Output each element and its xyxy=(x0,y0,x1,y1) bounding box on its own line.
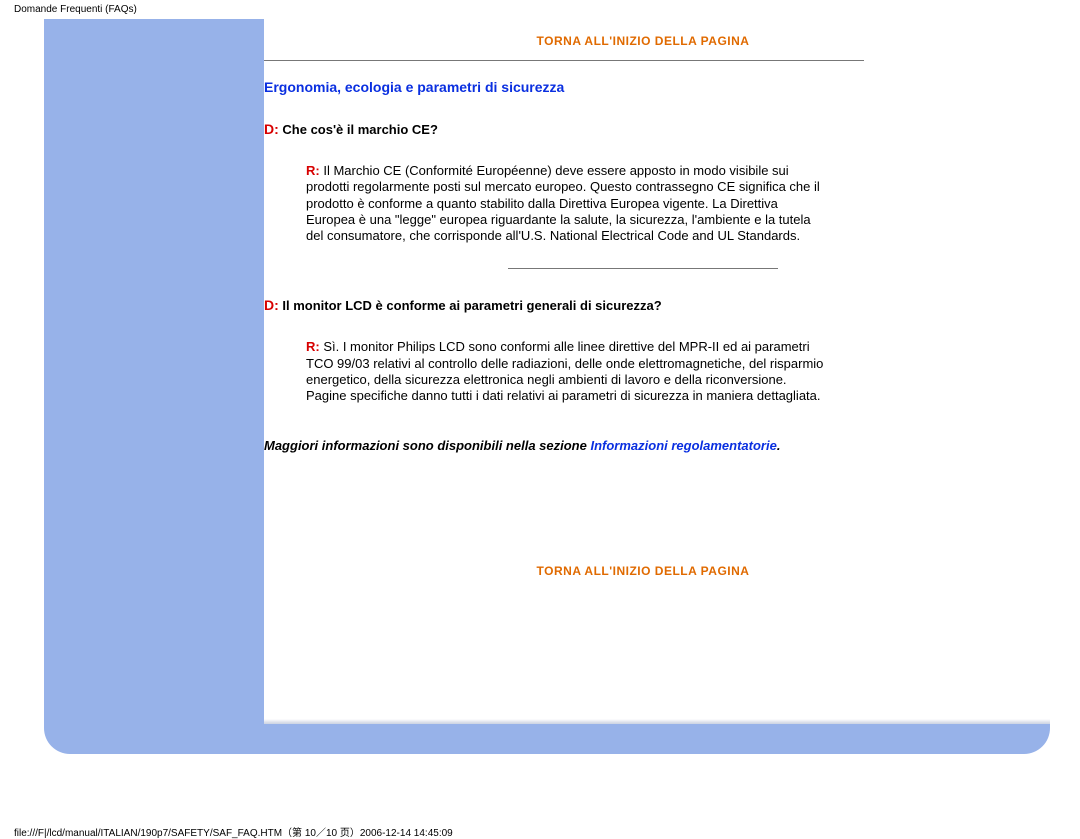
answer-prefix: R: xyxy=(306,339,320,354)
top-back-link-row: TORNA ALL'INIZIO DELLA PAGINA xyxy=(264,19,1022,56)
question-prefix: D: xyxy=(264,121,279,137)
divider-mid xyxy=(508,268,778,269)
question-prefix: D: xyxy=(264,297,279,313)
footer-file-path: file:///F|/lcd/manual/ITALIAN/190p7/SAFE… xyxy=(0,754,1080,839)
page-header-title: Domande Frequenti (FAQs) xyxy=(14,4,137,15)
bottom-back-link-row: TORNA ALL'INIZIO DELLA PAGINA xyxy=(264,453,1022,638)
content-inner: TORNA ALL'INIZIO DELLA PAGINA Ergonomia,… xyxy=(264,19,1022,638)
faq-question: D: Che cos'è il marchio CE? xyxy=(264,121,1022,137)
faq-question: D: Il monitor LCD è conforme ai parametr… xyxy=(264,297,1022,313)
blue-rounded-bottom xyxy=(44,724,1050,754)
page-header: Domande Frequenti (FAQs) xyxy=(0,0,1080,19)
faq-item: D: Il monitor LCD è conforme ai parametr… xyxy=(264,297,1022,404)
content-panel: TORNA ALL'INIZIO DELLA PAGINA Ergonomia,… xyxy=(264,19,1050,719)
more-info-lead: Maggiori informazioni sono disponibili n… xyxy=(264,438,590,453)
faq-item: D: Che cos'è il marchio CE? R: Il Marchi… xyxy=(264,121,1022,244)
divider-top xyxy=(264,60,864,61)
document-frame: TORNA ALL'INIZIO DELLA PAGINA Ergonomia,… xyxy=(0,19,1080,754)
question-text: Il monitor LCD è conforme ai parametri g… xyxy=(279,298,662,313)
regulatory-info-link[interactable]: Informazioni regolamentatorie xyxy=(590,438,776,453)
more-info-suffix: . xyxy=(777,438,781,453)
faq-answer: R: Il Marchio CE (Conformité Européenne)… xyxy=(306,163,826,244)
answer-prefix: R: xyxy=(306,163,320,178)
answer-text: Il Marchio CE (Conformité Européenne) de… xyxy=(306,163,820,243)
back-to-top-link-bottom[interactable]: TORNA ALL'INIZIO DELLA PAGINA xyxy=(537,564,750,578)
back-to-top-link-top[interactable]: TORNA ALL'INIZIO DELLA PAGINA xyxy=(537,34,750,48)
blue-border-panel: TORNA ALL'INIZIO DELLA PAGINA Ergonomia,… xyxy=(44,19,1050,725)
answer-text: Sì. I monitor Philips LCD sono conformi … xyxy=(306,339,823,403)
faq-answer: R: Sì. I monitor Philips LCD sono confor… xyxy=(306,339,826,404)
more-info-line: Maggiori informazioni sono disponibili n… xyxy=(264,438,1022,453)
question-text: Che cos'è il marchio CE? xyxy=(279,122,438,137)
section-title: Ergonomia, ecologia e parametri di sicur… xyxy=(264,79,1022,95)
